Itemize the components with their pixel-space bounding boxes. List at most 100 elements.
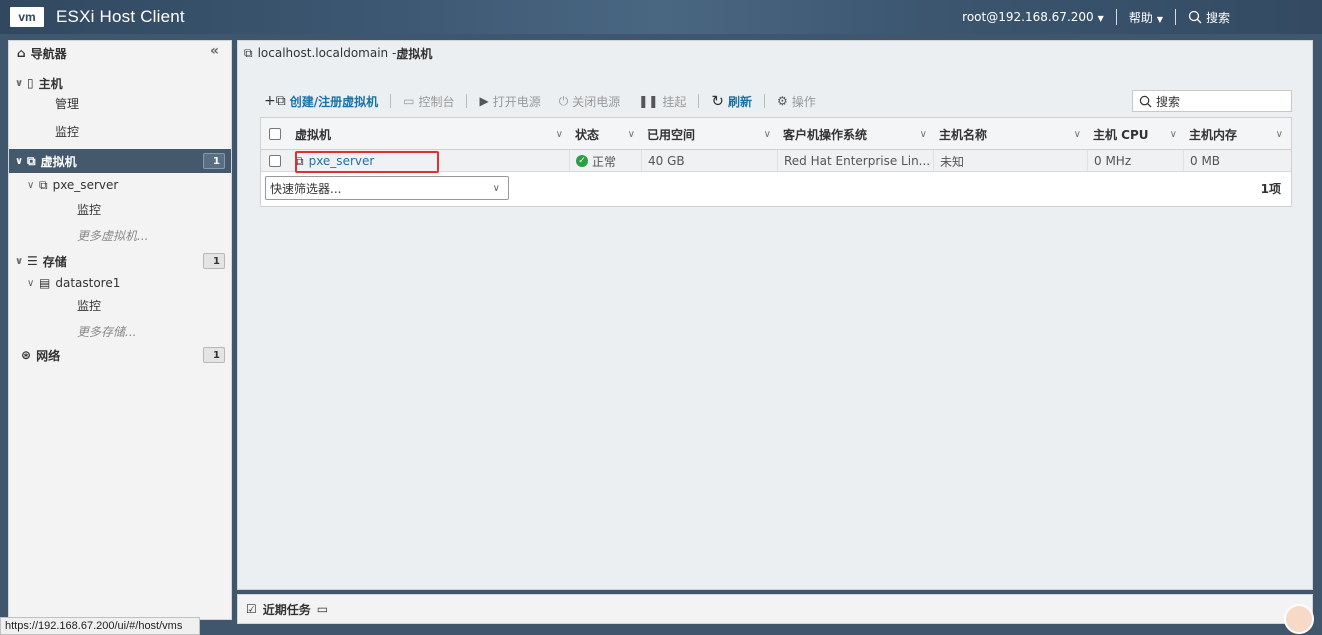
create-vm-button[interactable]: +⧉ 创建/注册虚拟机 — [264, 93, 378, 110]
user-menu[interactable]: root@192.168.67.200 ▼ — [962, 10, 1104, 24]
suspend-button[interactable]: ❚❚ 挂起 — [638, 93, 686, 110]
select-all-checkbox[interactable] — [269, 128, 281, 140]
power-on-button[interactable]: ▶ 打开电源 — [479, 93, 540, 110]
app-header: vm ESXi Host Client root@192.168.67.200 ▼… — [0, 0, 1322, 34]
column-header-host-cpu[interactable]: 主机 CPU ∨ — [1087, 118, 1183, 150]
sidebar-item-more-storage[interactable]: 更多存储... — [9, 319, 231, 343]
avatar[interactable] — [1284, 604, 1314, 634]
chevron-down-icon: ∨ — [919, 128, 927, 140]
suspend-label: 挂起 — [662, 94, 687, 109]
column-header-host-memory[interactable]: 主机内存 ∨ — [1183, 118, 1289, 150]
actions-label: 操作 — [791, 94, 816, 109]
help-menu[interactable]: 帮助 ▼ — [1129, 9, 1163, 26]
caret-down-icon: ▼ — [1097, 14, 1104, 23]
sidebar-item-label: 监控 — [77, 298, 102, 313]
sidebar-item-pxe-server[interactable]: ∨ ⧉ pxe_server — [9, 173, 231, 197]
column-header-guest-os[interactable]: 客户机操作系统 ∨ — [777, 118, 933, 150]
console-button[interactable]: ▭ 控制台 — [403, 93, 454, 110]
restore-icon[interactable]: ▭ — [317, 602, 328, 616]
column-header-hostname[interactable]: 主机名称 ∨ — [933, 118, 1087, 150]
user-label: root@192.168.67.200 — [962, 10, 1094, 24]
cell-used-space: 40 GB — [641, 150, 777, 172]
cell-host-memory: 0 MB — [1183, 150, 1291, 172]
search-input[interactable]: 搜索 — [1132, 90, 1292, 112]
vm-icon: ⧉ — [27, 153, 36, 168]
vm-icon: ⧉ — [39, 177, 48, 192]
recent-tasks-bar[interactable]: ☑ 近期任务 ▭ — [237, 594, 1313, 624]
caret-down-icon: ▼ — [1156, 14, 1163, 24]
chevron-down-icon: ∨ — [763, 128, 771, 140]
console-label: 控制台 — [418, 94, 455, 109]
column-label: 虚拟机 — [295, 127, 332, 142]
sidebar-item-label: datastore1 — [55, 276, 121, 290]
collapse-icon[interactable]: « — [210, 43, 219, 59]
sidebar-item-network[interactable]: ⊛ 网络 1 — [9, 343, 231, 367]
app-title: ESXi Host Client — [56, 7, 185, 26]
storage-icon: ☰ — [27, 254, 38, 268]
column-label: 主机 CPU — [1093, 127, 1149, 142]
table-header: 虚拟机 ∨ 状态 ∨ 已用空间 ∨ 客户机操作系统 ∨ 主机名称 ∨ 主机 CPU ∨ — [261, 118, 1291, 150]
chevron-down-icon: ∨ — [555, 128, 563, 140]
column-header-vm[interactable]: 虚拟机 ∨ — [289, 118, 569, 150]
check-circle-icon: ✓ — [576, 155, 588, 167]
sidebar-item-storage[interactable]: ∨ ☰ 存储 1 — [9, 249, 231, 273]
sidebar-item-label: pxe_server — [52, 178, 119, 192]
divider — [1115, 9, 1117, 25]
sidebar-item-datastore1[interactable]: ∨ ▤ datastore1 — [9, 271, 231, 295]
item-count: 1项 — [1260, 182, 1281, 196]
header-search[interactable]: 搜索 — [1188, 9, 1230, 26]
datastore-icon: ▤ — [39, 276, 51, 290]
column-label: 状态 — [575, 127, 600, 142]
search-icon — [1188, 10, 1202, 24]
power-off-button[interactable]: ⏻ 关闭电源 — [559, 93, 621, 110]
search-placeholder: 搜索 — [1156, 94, 1181, 109]
sidebar-item-vms[interactable]: ∨ ⧉ 虚拟机 1 — [9, 149, 231, 173]
search-label: 搜索 — [1205, 10, 1230, 25]
pause-icon: ❚❚ — [638, 94, 659, 108]
actions-button[interactable]: ⚙ 操作 — [777, 93, 816, 110]
help-label: 帮助 — [1128, 10, 1153, 25]
header-actions: root@192.168.67.200 ▼ 帮助 ▼ 搜索 — [962, 0, 1230, 34]
sidebar-item-vm-monitor[interactable]: 监控 — [9, 197, 231, 221]
chevron-down-icon: ∨ — [627, 128, 635, 140]
breadcrumb-host: localhost.localdomain - — [257, 46, 397, 60]
quick-filter-select[interactable]: 快速筛选器... ∨ — [265, 176, 509, 200]
console-icon: ▭ — [403, 94, 415, 108]
sidebar-item-label: 存储 — [42, 254, 67, 269]
chevron-down-icon: ∨ — [27, 277, 35, 289]
recent-tasks-label: 近期任务 — [262, 602, 311, 617]
refresh-icon: ↻ — [711, 92, 724, 110]
chevron-down-icon: ∨ — [1275, 128, 1283, 140]
column-header-used-space[interactable]: 已用空间 ∨ — [641, 118, 777, 150]
sidebar-item-label: 主机 — [38, 76, 63, 91]
refresh-label: 刷新 — [727, 94, 752, 109]
create-vm-label: 创建/注册虚拟机 — [289, 94, 379, 109]
cell-status: ✓ 正常 — [569, 150, 641, 172]
status-text: 正常 — [592, 154, 617, 169]
network-icon: ⊛ — [21, 348, 32, 362]
table-row[interactable]: ⧉ pxe_server ✓ 正常 40 GB Red Hat Enterpri… — [261, 150, 1291, 173]
main-panel: ⧉ localhost.localdomain - 虚拟机 +⧉ 创建/注册虚拟… — [237, 40, 1313, 590]
column-header-status[interactable]: 状态 ∨ — [569, 118, 641, 150]
sidebar-item-more-vms[interactable]: 更多虚拟机... — [9, 223, 231, 247]
page-title: ⧉ localhost.localdomain - 虚拟机 — [244, 45, 432, 61]
refresh-button[interactable]: ↻ 刷新 — [711, 92, 752, 110]
vm-list-panel: +⧉ 创建/注册虚拟机 ▭ 控制台 ▶ 打开电源 ⏻ 关闭电源 ❚❚ 挂起 ↻ … — [260, 87, 1292, 209]
sidebar-item-host-monitor[interactable]: 监控 — [9, 119, 231, 143]
row-checkbox[interactable] — [269, 155, 281, 167]
count-badge: 1 — [203, 153, 225, 169]
sidebar-item-host-manage[interactable]: 管理 — [9, 91, 231, 115]
count-badge: 1 — [203, 253, 225, 269]
sidebar-item-label: 监控 — [55, 124, 80, 139]
power-icon: ⏻ — [558, 93, 569, 108]
select-all-cell — [263, 118, 289, 150]
sidebar-item-label: 虚拟机 — [40, 154, 77, 169]
chevron-down-icon: ∨ — [15, 255, 24, 267]
column-label: 主机名称 — [939, 127, 988, 142]
power-off-label: 关闭电源 — [572, 94, 621, 109]
navigator-header: ⌂ 导航器 « — [9, 41, 231, 65]
host-icon: ▯ — [27, 76, 34, 90]
sidebar-item-storage-monitor[interactable]: 监控 — [9, 293, 231, 317]
chevron-down-icon: ∨ — [492, 182, 500, 194]
chevron-down-icon: ∨ — [1169, 128, 1177, 140]
